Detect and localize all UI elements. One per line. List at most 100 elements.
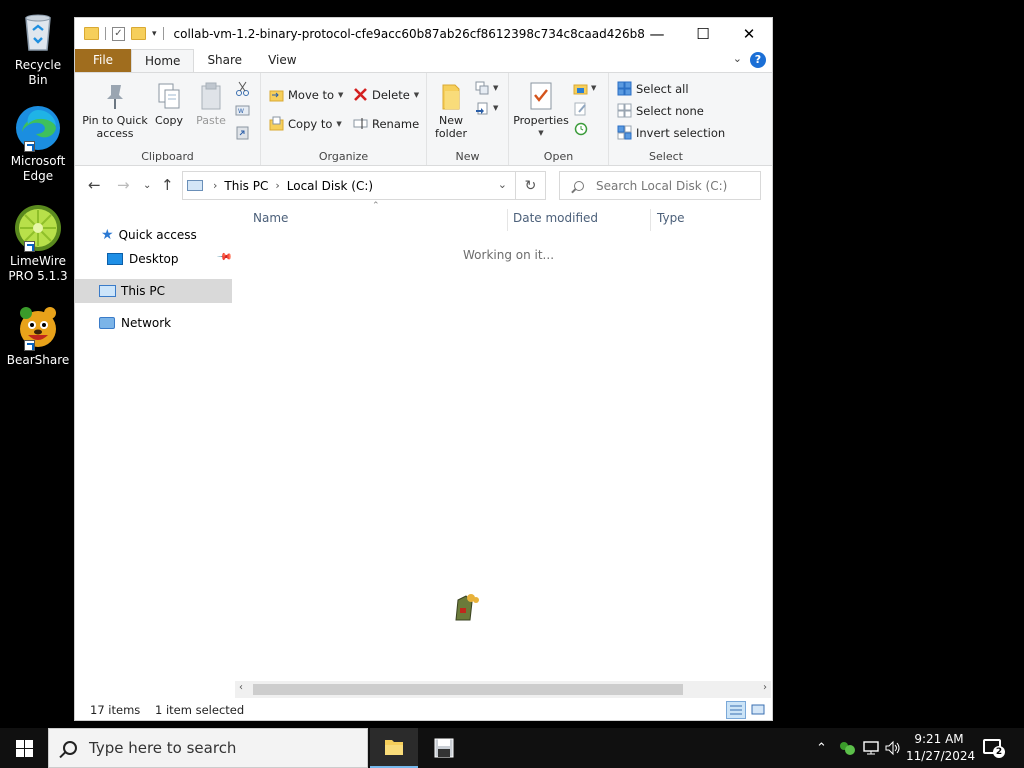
properties-qa-icon[interactable]: ✓ [112, 26, 125, 41]
large-icons-view-icon [751, 704, 765, 715]
notifications-icon[interactable]: 2 [983, 739, 1005, 758]
ribbon: Pin to Quick access Copy Paste W Clipboa… [75, 72, 772, 166]
taskbar-search-placeholder: Type here to search [89, 739, 237, 757]
properties-button[interactable]: Properties ▼ [513, 81, 569, 140]
paste-button[interactable]: Paste [193, 81, 229, 127]
edit-icon[interactable] [573, 101, 588, 116]
select-none-icon [617, 103, 632, 118]
paste-shortcut-icon[interactable] [235, 125, 250, 140]
title-bar[interactable]: ✓ ▾ collab-vm-1.2-binary-protocol-cfe9ac… [75, 18, 772, 49]
column-divider[interactable] [650, 209, 651, 231]
column-header-name[interactable]: Name [253, 211, 288, 225]
volume-icon[interactable] [884, 728, 902, 768]
tab-share[interactable]: Share [194, 49, 255, 72]
copy-label: Copy [155, 114, 183, 127]
column-header-date-modified[interactable]: Date modified [513, 211, 598, 225]
search-icon [63, 741, 77, 755]
up-arrow-icon[interactable]: ↑ [161, 176, 174, 194]
details-view-button[interactable] [726, 701, 746, 719]
desktop-pet-sprite-icon[interactable] [452, 590, 480, 622]
start-button[interactable] [0, 728, 48, 768]
address-bar[interactable]: › This PC › Local Disk (C:) ⌄ [182, 171, 516, 200]
details-view-icon [730, 705, 742, 715]
limewire-tray-icon[interactable] [838, 728, 856, 768]
back-arrow-icon[interactable]: ← [88, 176, 101, 194]
desktop-icon-recycle-bin[interactable]: Recycle Bin [4, 8, 72, 88]
notification-count-badge: 2 [993, 746, 1005, 758]
address-dropdown-chevron-icon[interactable]: ⌄ [498, 178, 507, 191]
taskbar-file-explorer[interactable] [370, 728, 418, 768]
breadcrumb-this-pc[interactable]: This PC [224, 179, 268, 193]
nav-item-label: Quick access [118, 228, 197, 242]
breadcrumb-local-disk[interactable]: Local Disk (C:) [287, 179, 373, 193]
column-header-type[interactable]: Type [657, 211, 685, 225]
nav-item-quick-access[interactable]: ★ Quick access [75, 223, 232, 247]
rename-icon [353, 116, 368, 131]
group-label-clipboard: Clipboard [141, 150, 194, 163]
scrollbar-thumb[interactable] [253, 684, 683, 695]
quick-access-toolbar: ✓ ▾ [75, 26, 164, 41]
system-clock[interactable]: 9:21 AM 11/27/2024 [906, 731, 975, 765]
refresh-button[interactable]: ↻ [516, 171, 546, 200]
nav-item-desktop[interactable]: Desktop 📌 [75, 247, 232, 271]
copy-button[interactable]: Copy [151, 81, 187, 127]
minimize-button[interactable]: — [634, 18, 680, 49]
dropdown-caret-icon: ▼ [336, 119, 342, 128]
taskbar-app-floppy[interactable] [420, 728, 468, 768]
tab-home[interactable]: Home [131, 49, 195, 72]
nav-item-network[interactable]: Network [75, 311, 232, 335]
group-label-open: Open [543, 150, 574, 163]
breadcrumb-separator-icon: › [213, 179, 218, 192]
new-item-icon[interactable] [475, 81, 490, 96]
horizontal-scrollbar[interactable]: ‹ › [235, 681, 771, 698]
tab-file[interactable]: File [75, 49, 131, 72]
pin-icon [101, 81, 129, 111]
select-none-label: Select none [636, 103, 704, 118]
star-icon: ★ [101, 227, 114, 243]
taskbar-search-box[interactable]: Type here to search [48, 728, 368, 768]
copy-icon [155, 81, 183, 111]
desktop-icon-edge[interactable]: Microsoft Edge [4, 104, 72, 184]
scroll-right-arrow-icon[interactable]: › [763, 682, 767, 693]
move-to-button[interactable]: Move to ▼ [269, 87, 343, 102]
nav-item-this-pc[interactable]: This PC [75, 279, 232, 303]
copy-to-button[interactable]: Copy to ▼ [269, 116, 342, 131]
easy-access-icon[interactable] [475, 101, 490, 116]
ribbon-group-organize: Move to ▼ Copy to ▼ Delete ▼ Rename Orga… [261, 73, 427, 165]
help-icon[interactable]: ? [750, 52, 766, 68]
new-folder-qa-icon[interactable] [131, 27, 146, 40]
delete-icon [353, 87, 368, 102]
show-hidden-icons-chevron-icon[interactable]: ⌃ [816, 728, 827, 768]
tab-view[interactable]: View [255, 49, 309, 72]
rename-button[interactable]: Rename [353, 116, 419, 131]
ribbon-collapse-chevron-icon[interactable]: ⌄ [733, 52, 742, 65]
network-tray-icon[interactable] [862, 728, 880, 768]
select-all-label: Select all [636, 81, 689, 96]
column-divider[interactable] [507, 209, 508, 231]
pin-to-quick-access-button[interactable]: Pin to Quick access [81, 81, 149, 140]
desktop-icon-limewire[interactable]: LimeWire PRO 5.1.3 [4, 204, 72, 284]
this-pc-icon [187, 180, 203, 191]
copy-path-icon[interactable]: W [235, 103, 250, 118]
cut-icon[interactable] [235, 81, 250, 96]
maximize-button[interactable]: ☐ [680, 18, 726, 49]
close-button[interactable]: ✕ [726, 18, 772, 49]
delete-button[interactable]: Delete ▼ [353, 87, 419, 102]
large-icons-view-button[interactable] [748, 701, 768, 719]
dropdown-caret-icon: ▼ [338, 90, 344, 99]
new-folder-button[interactable]: New folder [431, 81, 471, 140]
history-icon[interactable] [573, 121, 588, 136]
select-none-button[interactable]: Select none [617, 103, 704, 118]
open-icon[interactable] [573, 81, 588, 96]
select-all-button[interactable]: Select all [617, 81, 689, 96]
search-input[interactable]: Search Local Disk (C:) [559, 171, 761, 200]
desktop-icon-bearshare[interactable]: BearShare [4, 303, 72, 368]
customize-toolbar-chevron-icon[interactable]: ▾ [152, 29, 157, 39]
forward-arrow-icon[interactable]: → [117, 176, 130, 194]
recent-locations-chevron-icon[interactable]: ⌄ [143, 180, 151, 191]
scroll-left-arrow-icon[interactable]: ‹ [239, 682, 243, 693]
dropdown-caret-icon: ▼ [493, 84, 499, 92]
clock-time: 9:21 AM [914, 732, 964, 746]
divider [105, 27, 106, 40]
invert-selection-button[interactable]: Invert selection [617, 125, 725, 140]
